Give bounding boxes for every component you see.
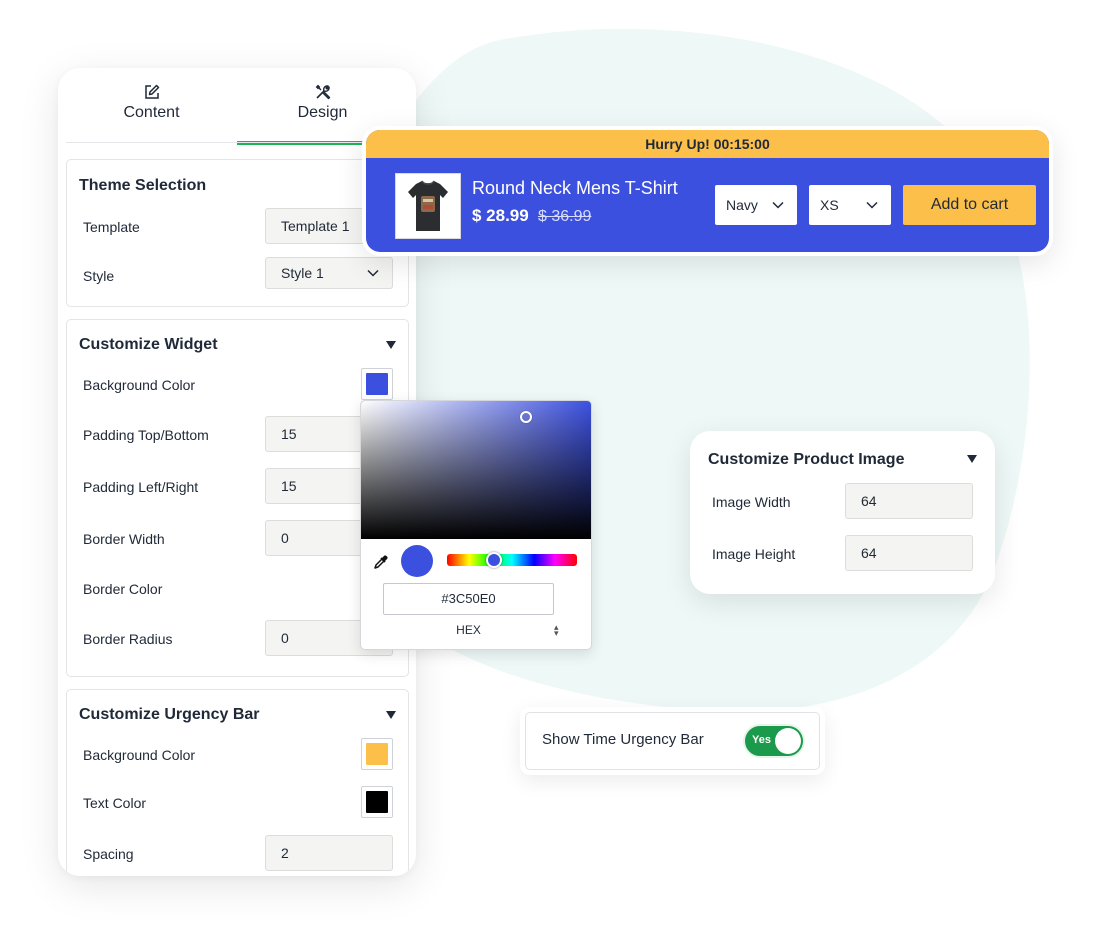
hue-slider-thumb[interactable]	[486, 552, 502, 568]
collapse-caret-icon[interactable]	[386, 341, 396, 349]
hex-input[interactable]: #3C50E0	[383, 583, 554, 615]
color-variant-value: Navy	[726, 197, 758, 213]
chevron-down-icon	[367, 269, 379, 277]
border-color-label: Border Color	[83, 581, 163, 597]
color-variant-select[interactable]: Navy	[715, 185, 797, 225]
add-to-cart-button[interactable]: Add to cart	[903, 185, 1036, 225]
image-height-label: Image Height	[712, 546, 796, 562]
customize-urgency-title: Customize Urgency Bar	[79, 706, 260, 723]
size-variant-value: XS	[820, 197, 839, 213]
customize-product-image-title: Customize Product Image	[708, 451, 905, 468]
spacing-input[interactable]: 2	[265, 835, 393, 871]
saturation-handle[interactable]	[520, 411, 532, 423]
template-value: Template 1	[281, 218, 350, 234]
padding-lr-label: Padding Left/Right	[83, 479, 199, 495]
template-label: Template	[83, 219, 140, 235]
theme-selection-card: Theme Selection Template Template 1 Styl…	[66, 159, 409, 307]
sticky-cart-preview: Hurry Up! 00:15:00 Round Neck Mens T-Shi…	[362, 126, 1053, 256]
color-picker-popover: #3C50E0 HEX ▴ ▾	[360, 400, 592, 650]
tools-icon	[315, 84, 330, 100]
urgency-toggle-row: Show Time Urgency Bar Yes	[525, 712, 820, 770]
urgency-toggle-switch[interactable]: Yes	[743, 724, 805, 758]
urgency-toggle-label: Show Time Urgency Bar	[542, 731, 704, 748]
sticky-cart-bar: Hurry Up! 00:15:00 Round Neck Mens T-Shi…	[366, 130, 1049, 252]
switch-state-text: Yes	[752, 734, 771, 746]
customize-widget-title: Customize Widget	[79, 336, 218, 353]
image-width-input[interactable]: 64	[845, 483, 973, 519]
spacing-label: Spacing	[83, 846, 134, 862]
product-name: Round Neck Mens T-Shirt	[472, 178, 678, 198]
tab-content[interactable]: Content	[66, 68, 237, 143]
chevron-down-icon	[772, 201, 784, 209]
tshirt-image	[408, 180, 448, 231]
panel-tabs: Content Design	[58, 68, 416, 145]
customize-urgency-card: Customize Urgency Bar Background Color T…	[66, 689, 409, 876]
border-radius-label: Border Radius	[83, 631, 173, 647]
eyedropper-icon[interactable]	[372, 553, 390, 571]
tab-design-label: Design	[297, 104, 348, 121]
urgency-bg-color-label: Background Color	[83, 747, 196, 763]
edit-icon	[144, 84, 159, 99]
color-preview-dot	[401, 545, 433, 577]
mode-toggle-arrows-icon[interactable]: ▴ ▾	[554, 623, 559, 638]
widget-bg-color-label: Background Color	[83, 377, 196, 393]
hue-slider[interactable]	[447, 554, 577, 566]
size-variant-select[interactable]: XS	[809, 185, 891, 225]
customize-widget-card: Customize Widget Background Color Paddin…	[66, 319, 409, 677]
style-select[interactable]: Style 1	[265, 257, 393, 289]
urgency-text-color-label: Text Color	[83, 795, 147, 811]
image-width-label: Image Width	[712, 494, 791, 510]
style-label: Style	[83, 268, 115, 284]
collapse-caret-icon[interactable]	[967, 455, 977, 463]
product-price: $ 28.99	[472, 206, 529, 225]
product-compare-price: $ 36.99	[538, 208, 592, 225]
saturation-area[interactable]	[361, 401, 591, 539]
swatch-fill	[366, 791, 388, 813]
padding-tb-label: Padding Top/Bottom	[83, 427, 209, 443]
customize-product-image-card: Customize Product Image Image Width 64 I…	[690, 431, 995, 594]
swatch-fill	[366, 743, 388, 765]
switch-knob	[775, 728, 801, 754]
theme-selection-title: Theme Selection	[79, 177, 207, 194]
widget-bg-color-swatch[interactable]	[361, 368, 393, 400]
product-thumbnail	[395, 173, 461, 239]
urgency-text-color-swatch[interactable]	[361, 786, 393, 818]
swatch-fill	[366, 373, 388, 395]
chevron-down-icon	[866, 201, 878, 209]
border-width-label: Border Width	[83, 531, 165, 547]
tab-content-label: Content	[123, 104, 180, 121]
urgency-toggle-card: Show Time Urgency Bar Yes	[520, 707, 825, 775]
collapse-caret-icon[interactable]	[386, 711, 396, 719]
style-value: Style 1	[281, 265, 324, 281]
urgency-bar: Hurry Up! 00:15:00	[366, 130, 1049, 158]
urgency-bg-color-swatch[interactable]	[361, 738, 393, 770]
image-height-input[interactable]: 64	[845, 535, 973, 571]
color-mode-select[interactable]: HEX	[383, 623, 554, 637]
